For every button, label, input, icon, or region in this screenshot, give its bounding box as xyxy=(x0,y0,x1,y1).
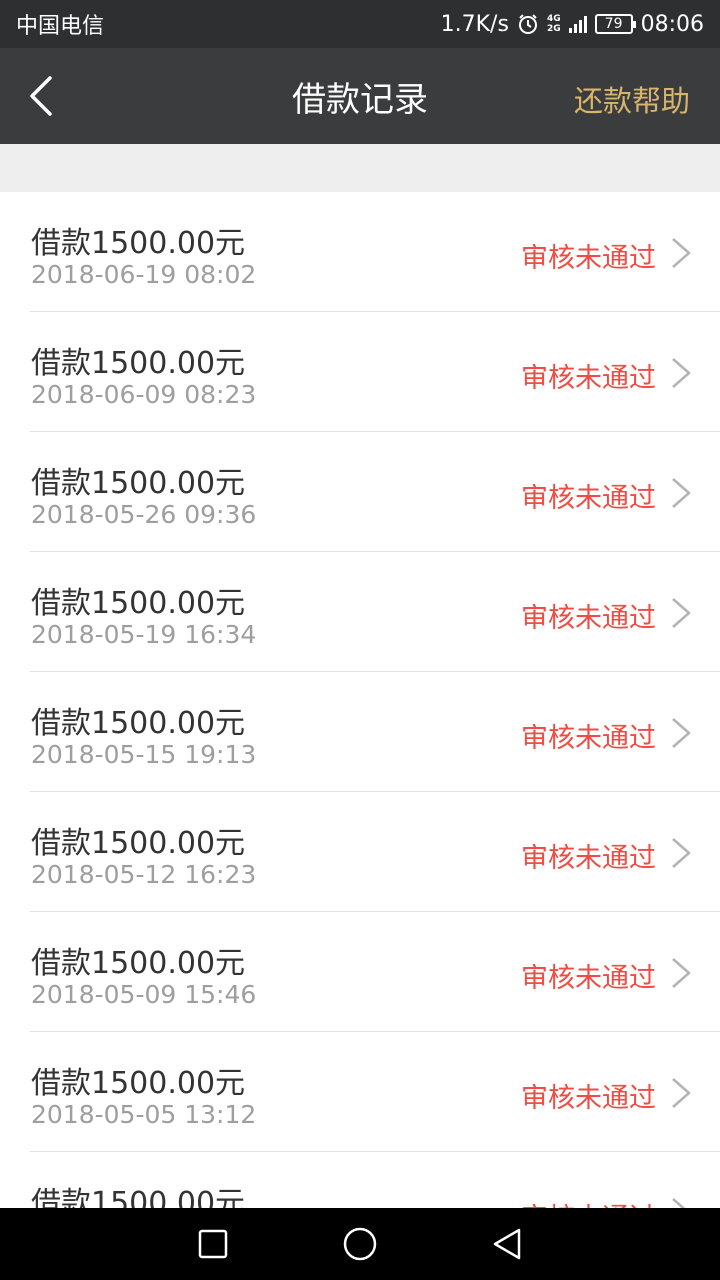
net-speed: 1.7K/s xyxy=(440,11,509,37)
battery-level: 79 xyxy=(604,16,623,32)
review-status: 审核未通过 xyxy=(521,603,656,634)
triangle-back-icon xyxy=(493,1228,520,1260)
loan-amount: 借款1500.00元 xyxy=(31,706,246,741)
loan-record-item[interactable]: 借款1500.00元 2018-05-05 13:12 审核未通过 xyxy=(0,1032,720,1152)
chevron-right-icon xyxy=(672,718,691,748)
loan-record-item[interactable]: 借款1500.00元 2018-05-15 19:13 审核未通过 xyxy=(0,672,720,792)
status-bar: 中国电信 1.7K/s 4G 2G 79 08:06 xyxy=(0,0,720,48)
chevron-right-icon xyxy=(672,838,691,868)
chevron-right-icon xyxy=(672,598,691,628)
review-status: 审核未通过 xyxy=(521,1196,656,1208)
review-status: 审核未通过 xyxy=(521,483,656,514)
clock: 08:06 xyxy=(640,11,704,37)
loan-date: 2018-05-05 13:12 xyxy=(31,1100,257,1129)
repayment-help-link[interactable]: 还款帮助 xyxy=(574,78,690,120)
review-status: 审核未通过 xyxy=(521,1083,656,1114)
chevron-right-icon xyxy=(672,358,691,388)
loan-amount: 借款1500.00元 xyxy=(31,826,246,861)
recent-apps-button[interactable] xyxy=(191,1222,235,1266)
loan-date: 2018-06-19 08:02 xyxy=(31,260,257,289)
loan-record-item[interactable]: 借款1500.00元 2018-05-09 15:46 审核未通过 xyxy=(0,912,720,1032)
loan-date: 2018-05-26 09:36 xyxy=(31,500,257,529)
home-button[interactable] xyxy=(338,1222,382,1266)
review-status: 审核未通过 xyxy=(521,243,656,274)
review-status: 审核未通过 xyxy=(521,843,656,874)
loan-record-list: 借款1500.00元 2018-06-19 08:02 审核未通过 借款1500.00… xyxy=(0,192,720,1208)
chevron-right-icon xyxy=(672,958,691,988)
back-button[interactable] xyxy=(26,72,66,120)
system-back-button[interactable] xyxy=(485,1222,529,1266)
chevron-right-icon xyxy=(672,478,691,508)
page-title: 借款记录 xyxy=(292,79,428,120)
net-type-bottom: 2G xyxy=(546,24,561,34)
status-indicators: 1.7K/s 4G 2G 79 08:06 xyxy=(441,12,704,37)
header-bar: 借款记录 还款帮助 xyxy=(0,48,720,144)
loan-amount: 借款1500.00元 xyxy=(31,1186,246,1208)
chevron-right-icon xyxy=(672,1078,691,1108)
review-status: 审核未通过 xyxy=(521,723,656,754)
net-type-top: 4G xyxy=(546,14,561,24)
loan-record-item[interactable]: 借款1500.00元 2018-05-26 09:36 审核未通过 xyxy=(0,432,720,552)
signal-icon xyxy=(568,15,587,33)
system-navigation-bar xyxy=(0,1208,720,1280)
loan-amount: 借款1500.00元 xyxy=(31,1066,246,1101)
square-recent-icon xyxy=(199,1229,228,1259)
network-type-icon: 4G 2G xyxy=(547,14,561,34)
loan-amount: 借款1500.00元 xyxy=(31,226,246,261)
loan-record-item[interactable]: 借款1500.00元 2018-06-19 08:02 审核未通过 xyxy=(0,192,720,312)
loan-amount: 借款1500.00元 xyxy=(31,586,246,621)
loan-record-item[interactable]: 借款1500.00元 审核未通过 xyxy=(0,1152,720,1208)
loan-record-item[interactable]: 借款1500.00元 2018-05-12 16:23 审核未通过 xyxy=(0,792,720,912)
loan-amount: 借款1500.00元 xyxy=(31,346,246,381)
loan-record-item[interactable]: 借款1500.00元 2018-05-19 16:34 审核未通过 xyxy=(0,552,720,672)
chevron-left-icon xyxy=(30,76,52,116)
loan-date: 2018-05-19 16:34 xyxy=(31,620,257,649)
circle-home-icon xyxy=(343,1227,377,1261)
loan-record-item[interactable]: 借款1500.00元 2018-06-09 08:23 审核未通过 xyxy=(0,312,720,432)
loan-amount: 借款1500.00元 xyxy=(31,946,246,981)
loan-date: 2018-05-12 16:23 xyxy=(31,860,257,889)
section-divider xyxy=(0,144,720,192)
review-status: 审核未通过 xyxy=(521,963,656,994)
loan-date: 2018-06-09 08:23 xyxy=(31,380,257,409)
carrier-name: 中国电信 xyxy=(16,14,105,39)
chevron-right-icon xyxy=(672,238,691,268)
loan-date: 2018-05-15 19:13 xyxy=(31,740,257,769)
chevron-right-icon xyxy=(672,1198,686,1208)
loan-amount: 借款1500.00元 xyxy=(31,466,246,501)
alarm-icon xyxy=(517,13,539,35)
battery-icon: 79 xyxy=(594,14,636,34)
review-status: 审核未通过 xyxy=(521,363,656,394)
loan-date: 2018-05-09 15:46 xyxy=(31,980,257,1009)
